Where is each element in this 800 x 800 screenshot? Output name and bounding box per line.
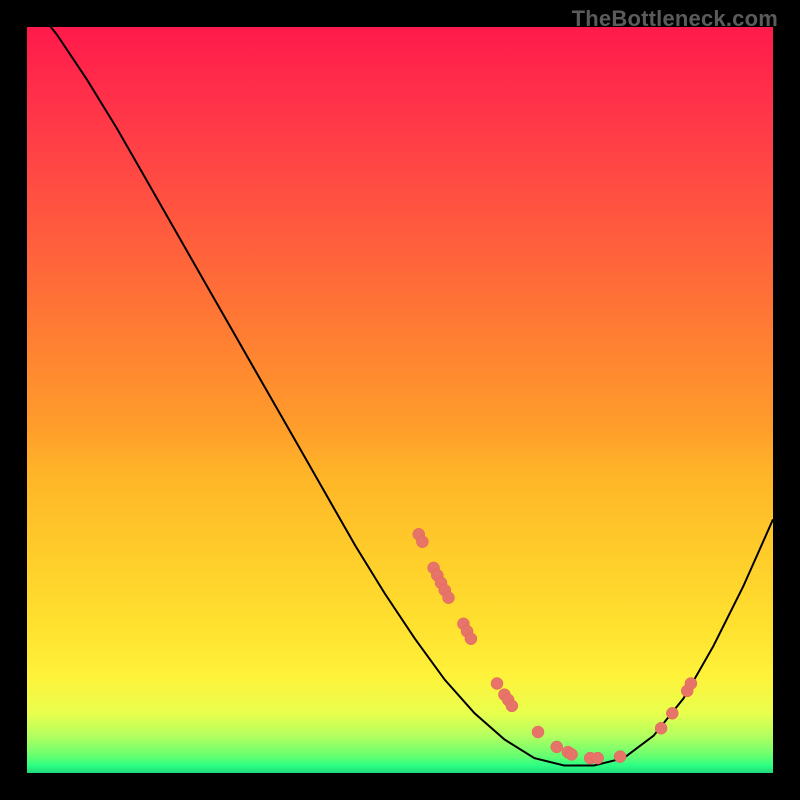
curve-marker [416, 536, 428, 548]
curve-marker [666, 707, 678, 719]
curve-marker [443, 592, 455, 604]
curve-marker [465, 633, 477, 645]
curve-marker [491, 678, 503, 690]
curve-marker [655, 722, 667, 734]
curve-marker [685, 678, 697, 690]
curve-marker [551, 741, 563, 753]
chart-stage: TheBottleneck.com [0, 0, 800, 800]
curve-marker [532, 726, 544, 738]
plot-area [27, 27, 773, 773]
curve-marker [566, 748, 578, 760]
bottleneck-curve [27, 0, 773, 765]
curve-marker [506, 700, 518, 712]
curve-marker [592, 752, 604, 764]
curve-marker [614, 751, 626, 763]
curve-markers-group [413, 528, 697, 764]
curve-svg [27, 27, 773, 773]
